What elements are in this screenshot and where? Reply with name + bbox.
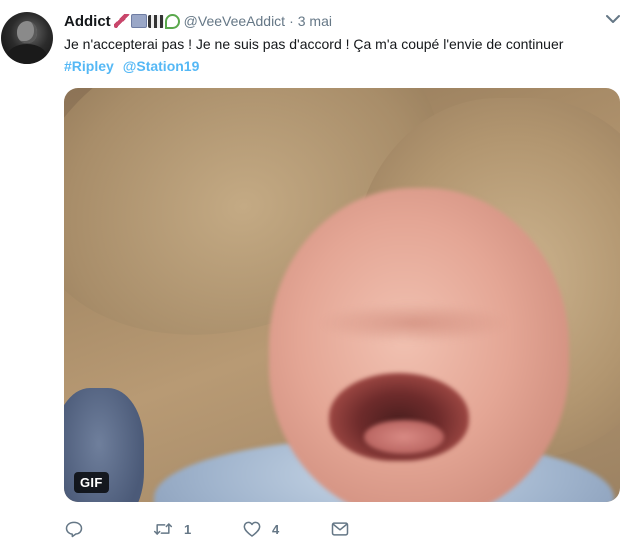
plant-emoji-icon — [164, 13, 180, 29]
baby-brow — [319, 303, 509, 343]
tweet-text: Je n'accepterai pas ! Je ne suis pas d'a… — [64, 36, 564, 52]
like-count: 4 — [272, 521, 280, 537]
user-handle[interactable]: @VeeVeeAddict — [184, 13, 285, 29]
mention-link[interactable]: @Station19 — [123, 58, 200, 74]
like-button[interactable]: 4 — [242, 517, 279, 541]
clapperboard-emoji-icon — [147, 14, 164, 28]
reply-button[interactable] — [64, 517, 94, 541]
baby-tongue — [364, 420, 444, 454]
display-name[interactable]: Addict — [64, 13, 111, 30]
reply-icon — [65, 521, 83, 538]
chevron-down-icon[interactable] — [606, 14, 620, 24]
hashtag-link[interactable]: #Ripley — [64, 58, 114, 74]
emoji-badges — [113, 13, 180, 29]
separator: · — [289, 13, 294, 29]
avatar-head — [17, 21, 37, 43]
tweet-actions: 1 4 — [64, 515, 484, 543]
envelope-icon — [331, 522, 349, 536]
avatar-shoulders — [7, 44, 47, 64]
tweet-links: #Ripley @Station19 — [64, 55, 204, 77]
retweet-count: 1 — [184, 521, 192, 537]
tweet[interactable]: Addict @VeeVeeAddict · 3 mai Je n'accept… — [0, 0, 634, 545]
heart-icon — [243, 521, 261, 537]
syringe-emoji-icon — [113, 14, 130, 28]
retweet-icon — [153, 523, 173, 535]
avatar[interactable] — [1, 12, 53, 64]
gif-badge: GIF — [74, 472, 109, 493]
timestamp[interactable]: 3 mai — [298, 13, 332, 29]
tweet-header: Addict @VeeVeeAddict · 3 mai — [64, 11, 624, 31]
tv-emoji-icon — [130, 14, 147, 28]
retweet-button[interactable]: 1 — [152, 517, 191, 541]
gif-media[interactable]: GIF — [64, 88, 620, 502]
direct-message-button[interactable] — [330, 517, 350, 541]
